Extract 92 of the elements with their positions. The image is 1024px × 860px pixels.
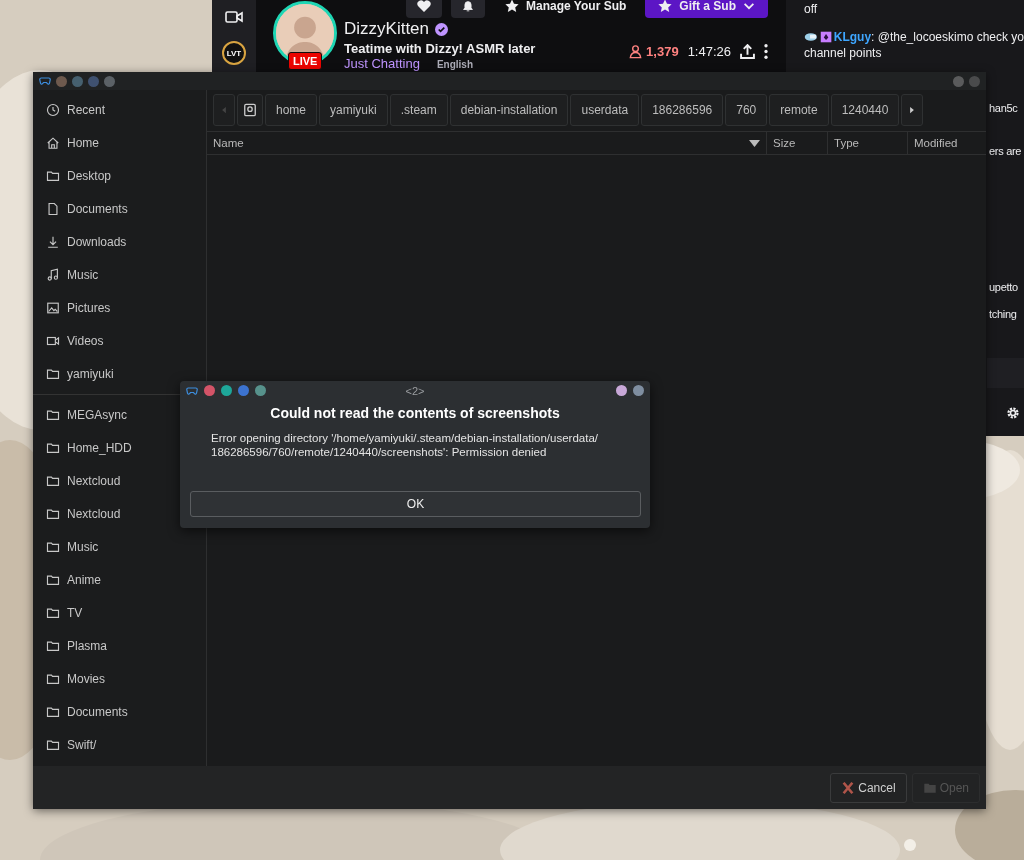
folder-icon — [46, 704, 60, 719]
sidebar-item[interactable]: Documents — [33, 695, 206, 728]
follow-button[interactable] — [406, 0, 443, 18]
home-icon — [46, 135, 60, 150]
folder-icon — [46, 473, 60, 488]
viewer-icon — [628, 43, 644, 59]
bell-icon — [461, 0, 476, 14]
folder-icon — [46, 440, 60, 455]
cross-icon — [841, 780, 856, 795]
sidebar-item[interactable]: Pictures — [33, 291, 206, 324]
settings-icon — [1005, 405, 1021, 421]
notification-button[interactable] — [451, 0, 486, 18]
window-button[interactable] — [204, 385, 215, 396]
clock-icon — [46, 102, 60, 117]
sidebar-item[interactable]: Videos — [33, 324, 206, 357]
folder-icon — [46, 366, 60, 381]
ok-button[interactable]: OK — [190, 491, 641, 517]
uptime: 1:47:26 — [687, 43, 731, 59]
window-button[interactable] — [238, 385, 249, 396]
chat-message: KLguy: @the_locoeskimo check yo — [833, 30, 1024, 44]
more-icon[interactable] — [764, 43, 768, 59]
folder-icon — [46, 737, 60, 752]
sidebar-item[interactable]: yamiyuki — [33, 357, 206, 390]
download-icon — [46, 234, 60, 249]
path-crumb[interactable]: 1240440 — [830, 94, 900, 126]
sidebar-item[interactable]: Music — [33, 258, 206, 291]
sidebar-item[interactable]: TV — [33, 596, 206, 629]
live-badge: LIVE — [288, 52, 323, 70]
path-crumb[interactable]: 186286596 — [641, 94, 724, 126]
column-header[interactable]: Name — [207, 132, 766, 154]
path-crumb[interactable]: 760 — [725, 94, 768, 126]
drive-icon — [243, 103, 257, 117]
column-header[interactable]: Type — [827, 132, 907, 154]
path-crumb[interactable]: remote — [769, 94, 829, 126]
folder-icon — [46, 638, 60, 653]
folder-icon — [46, 671, 60, 686]
window-button[interactable] — [616, 385, 627, 396]
viewer-count: 1,379 — [646, 43, 679, 59]
dialog-title: <2> — [405, 384, 425, 397]
sidebar-item[interactable]: Downloads — [33, 225, 206, 258]
chat-text: han5c — [989, 101, 1019, 115]
channel-logo[interactable]: LVT — [222, 41, 246, 65]
chat-text: upetto — [989, 280, 1019, 294]
folder-icon — [46, 506, 60, 521]
sidebar-item[interactable]: Anime — [33, 563, 206, 596]
folder-icon — [46, 572, 60, 587]
column-header[interactable]: Modified — [907, 132, 986, 154]
column-header[interactable]: Size — [766, 132, 827, 154]
chat-text: off — [804, 2, 819, 16]
sidebar-item[interactable]: Swift/ — [33, 728, 206, 761]
chat-text: channel points — [804, 46, 883, 60]
tag[interactable]: English — [435, 60, 474, 70]
path-crumb[interactable]: debian-installation — [449, 94, 569, 126]
sidebar-item[interactable]: Recent — [33, 93, 206, 126]
chat-text: ers are — [989, 144, 1023, 158]
gamepad-icon — [39, 75, 51, 87]
channel-name[interactable]: DizzyKitten — [344, 19, 430, 39]
document-icon — [46, 201, 60, 216]
window-button[interactable] — [221, 385, 232, 396]
sidebar-item[interactable]: Plasma — [33, 629, 206, 662]
folder-icon — [46, 168, 60, 183]
error-message: Error opening directory '/home/yamiyuki/.steam/debian-installation/userdata/ 186286596/760/remote/1240440/screenshots': Permission denied — [211, 431, 599, 459]
music-icon — [46, 267, 60, 282]
dialog-heading: Could not read the contents of screenshots — [269, 405, 561, 421]
gem-badge-icon — [819, 29, 832, 45]
path-crumb[interactable]: userdata — [570, 94, 640, 126]
path-crumb[interactable]: home — [265, 94, 318, 126]
heart-icon — [416, 0, 433, 14]
path-crumb[interactable]: .steam — [389, 94, 448, 126]
folder-icon — [46, 605, 60, 620]
sidebar-item[interactable]: Music — [33, 530, 206, 563]
picture-icon — [46, 300, 60, 315]
path-crumb[interactable]: yamiyuki — [319, 94, 388, 126]
sidebar-item[interactable]: Desktop — [33, 159, 206, 192]
gamepad-icon — [186, 384, 198, 397]
star-icon — [504, 0, 521, 14]
folder-icon — [46, 407, 60, 422]
sidebar-item[interactable]: Movies — [33, 662, 206, 695]
folder-icon — [46, 539, 60, 554]
stream-title: Teatime with Dizzy! ASMR later — [344, 40, 536, 56]
sidebar-item[interactable]: Home — [33, 126, 206, 159]
star-icon — [657, 0, 674, 14]
category-link[interactable]: Just Chatting — [344, 58, 420, 70]
window-button[interactable] — [633, 385, 644, 396]
share-icon[interactable] — [740, 43, 755, 59]
gift-sub-button[interactable]: Gift a Sub — [645, 0, 768, 18]
drive-button[interactable] — [237, 94, 263, 126]
cancel-button[interactable]: Cancel — [830, 772, 907, 803]
sidebar-item[interactable]: Documents — [33, 192, 206, 225]
window-button[interactable] — [255, 385, 266, 396]
manage-sub-button[interactable]: Manage Your Sub — [494, 0, 637, 18]
chat-text: tching — [989, 307, 1018, 321]
